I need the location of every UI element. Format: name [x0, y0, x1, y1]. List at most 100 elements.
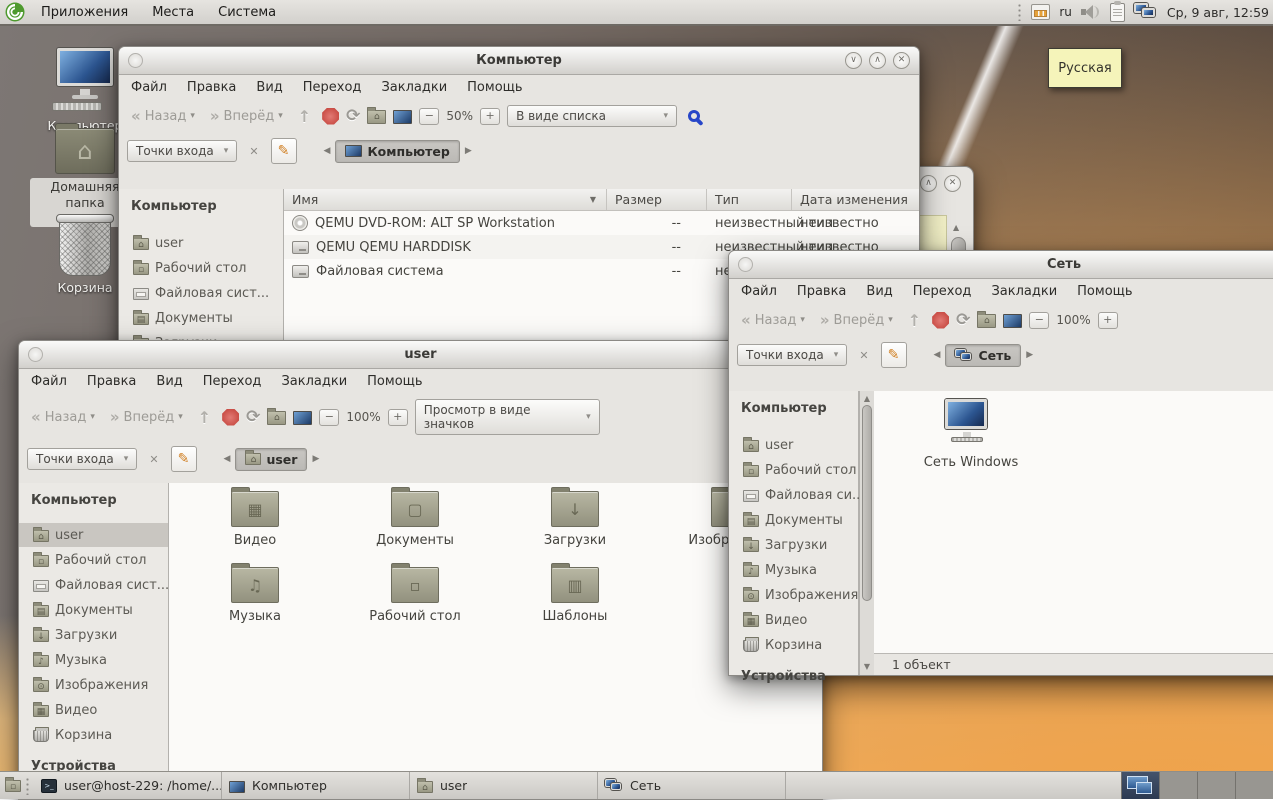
crumb-left-icon[interactable]: ◀	[319, 146, 336, 156]
window-menu-icon[interactable]	[28, 347, 43, 362]
folder-templates[interactable]: ▥ Шаблоны	[510, 567, 640, 624]
menu-file[interactable]: Файл	[131, 80, 167, 95]
back-dropdown-icon[interactable]: ▾	[190, 111, 195, 121]
sidebar-item-filesystem[interactable]: Файловая сист...	[119, 281, 283, 305]
titlebar[interactable]: Сеть ∨ ∧ ✕	[729, 251, 1273, 279]
zoom-in-button[interactable]: +	[480, 108, 500, 125]
workspace-1[interactable]	[1121, 772, 1159, 799]
sidebar-item-documents[interactable]: ▤ Документы	[119, 306, 283, 330]
network-item[interactable]: Сеть Windows	[906, 399, 1036, 470]
close-button[interactable]: ✕	[893, 52, 910, 69]
sidebar-item-documents[interactable]: ▤ Документы	[729, 508, 858, 532]
menu-view[interactable]: Вид	[866, 284, 892, 299]
home-button[interactable]: ⌂	[267, 411, 286, 425]
scroll-up-icon[interactable]: ▲	[953, 223, 959, 232]
folder-desktop[interactable]: ▫ Рабочий стол	[350, 567, 480, 624]
home-button[interactable]: ⌂	[367, 110, 386, 124]
crumb-right-icon[interactable]: ▶	[1021, 350, 1038, 360]
window-menu-icon[interactable]	[128, 53, 143, 68]
clipboard-icon[interactable]	[1110, 3, 1125, 22]
titlebar[interactable]: user ∨ ∧ ✕	[19, 341, 822, 369]
computer-button[interactable]	[1003, 314, 1022, 328]
sidebar-item-pictures[interactable]: ⊙ Изображения	[19, 673, 168, 697]
volume-icon[interactable]	[1081, 4, 1101, 20]
sidebar-item-downloads[interactable]: ↓ Загрузки	[19, 623, 168, 647]
zoom-in-button[interactable]: +	[1098, 312, 1118, 329]
stop-button[interactable]	[322, 108, 339, 125]
tray-handle[interactable]	[1017, 3, 1022, 21]
distro-logo-icon[interactable]	[5, 2, 25, 22]
back-dropdown-icon[interactable]: ▾	[800, 315, 805, 325]
computer-button[interactable]	[293, 411, 312, 425]
menu-go[interactable]: Переход	[913, 284, 972, 299]
up-button[interactable]: ↑	[904, 311, 925, 330]
menu-edit[interactable]: Правка	[87, 374, 136, 389]
menu-bookmarks[interactable]: Закладки	[991, 284, 1057, 299]
menu-help[interactable]: Помощь	[467, 80, 522, 95]
sidebar-item-downloads[interactable]: ↓ Загрузки	[729, 533, 858, 557]
reload-button[interactable]: ⟳	[346, 106, 360, 126]
sidebar-item-trash[interactable]: Корзина	[19, 723, 168, 747]
menu-go[interactable]: Переход	[303, 80, 362, 95]
edit-location-button[interactable]: ✎	[881, 342, 907, 368]
sidebar-item-documents[interactable]: ▤ Документы	[19, 598, 168, 622]
back-button[interactable]: « Назад ▾	[127, 105, 199, 127]
sidebar-item-desktop[interactable]: ▫ Рабочий стол	[119, 256, 283, 280]
sidebar-item-trash[interactable]: Корзина	[729, 633, 858, 657]
breadcrumb-user[interactable]: ⌂ user	[235, 448, 307, 471]
crumb-left-icon[interactable]: ◀	[929, 350, 946, 360]
menu-view[interactable]: Вид	[156, 374, 182, 389]
sidebar-item-music[interactable]: ♪ Музыка	[19, 648, 168, 672]
folder-video[interactable]: ▦ Видео	[190, 491, 320, 548]
task-terminal[interactable]: >_ user@host-229: /home/...	[34, 772, 222, 799]
keyboard-indicator-icon[interactable]	[1031, 4, 1050, 20]
menu-places[interactable]: Места	[140, 0, 206, 24]
sidebar-item-user[interactable]: ⌂ user	[119, 231, 283, 255]
scroll-down-icon[interactable]: ▼	[860, 662, 874, 671]
close-button[interactable]: ✕	[944, 175, 961, 192]
view-mode-select[interactable]: В виде списка ▾	[507, 105, 677, 127]
menu-go[interactable]: Переход	[203, 374, 262, 389]
breadcrumb-network[interactable]: Сеть	[945, 344, 1021, 367]
sidebar-item-user[interactable]: ⌂ user	[19, 523, 168, 547]
menu-bookmarks[interactable]: Закладки	[281, 374, 347, 389]
menu-bookmarks[interactable]: Закладки	[381, 80, 447, 95]
menu-help[interactable]: Помощь	[1077, 284, 1132, 299]
up-button[interactable]: ↑	[294, 107, 315, 126]
search-button[interactable]	[688, 110, 700, 122]
zoom-out-button[interactable]: −	[1029, 312, 1049, 329]
sidebar-item-video[interactable]: ▦ Видео	[19, 698, 168, 722]
maximize-button[interactable]: ∧	[920, 175, 937, 192]
forward-button[interactable]: » Вперёд ▾	[206, 105, 287, 127]
column-name[interactable]: Имя ▼	[284, 189, 607, 210]
workspace-3[interactable]	[1197, 772, 1235, 799]
menu-edit[interactable]: Правка	[187, 80, 236, 95]
reload-button[interactable]: ⟳	[246, 407, 260, 427]
stop-button[interactable]	[222, 409, 239, 426]
sidebar-item-filesystem[interactable]: Файловая сист...	[19, 573, 168, 597]
places-select[interactable]: Точки входа ▾	[127, 140, 237, 162]
computer-button[interactable]	[393, 110, 412, 124]
crumb-right-icon[interactable]: ▶	[307, 454, 324, 464]
column-modified[interactable]: Дата изменения	[792, 189, 919, 210]
clear-location-icon[interactable]: ✕	[245, 145, 262, 158]
places-select[interactable]: Точки входа ▾	[737, 344, 847, 366]
menu-view[interactable]: Вид	[256, 80, 282, 95]
edit-location-button[interactable]: ✎	[171, 446, 197, 472]
crumb-right-icon[interactable]: ▶	[460, 146, 477, 156]
sidebar-scrollbar[interactable]: ▲ ▼	[859, 391, 874, 675]
menu-file[interactable]: Файл	[741, 284, 777, 299]
edit-location-button[interactable]: ✎	[271, 138, 297, 164]
forward-button[interactable]: » Вперёд ▾	[106, 406, 187, 428]
zoom-in-button[interactable]: +	[388, 409, 408, 426]
forward-dropdown-icon[interactable]: ▾	[178, 412, 183, 422]
menu-file[interactable]: Файл	[31, 374, 67, 389]
forward-button[interactable]: » Вперёд ▾	[816, 309, 897, 331]
scrollbar-thumb[interactable]	[862, 405, 872, 601]
file-row[interactable]: QEMU DVD-ROM: ALT SP Workstation -- неиз…	[284, 211, 919, 235]
workspace-2[interactable]	[1159, 772, 1197, 799]
crumb-left-icon[interactable]: ◀	[219, 454, 236, 464]
column-type[interactable]: Тип	[707, 189, 792, 210]
sidebar-item-video[interactable]: ▦ Видео	[729, 608, 858, 632]
menu-applications[interactable]: Приложения	[29, 0, 140, 24]
